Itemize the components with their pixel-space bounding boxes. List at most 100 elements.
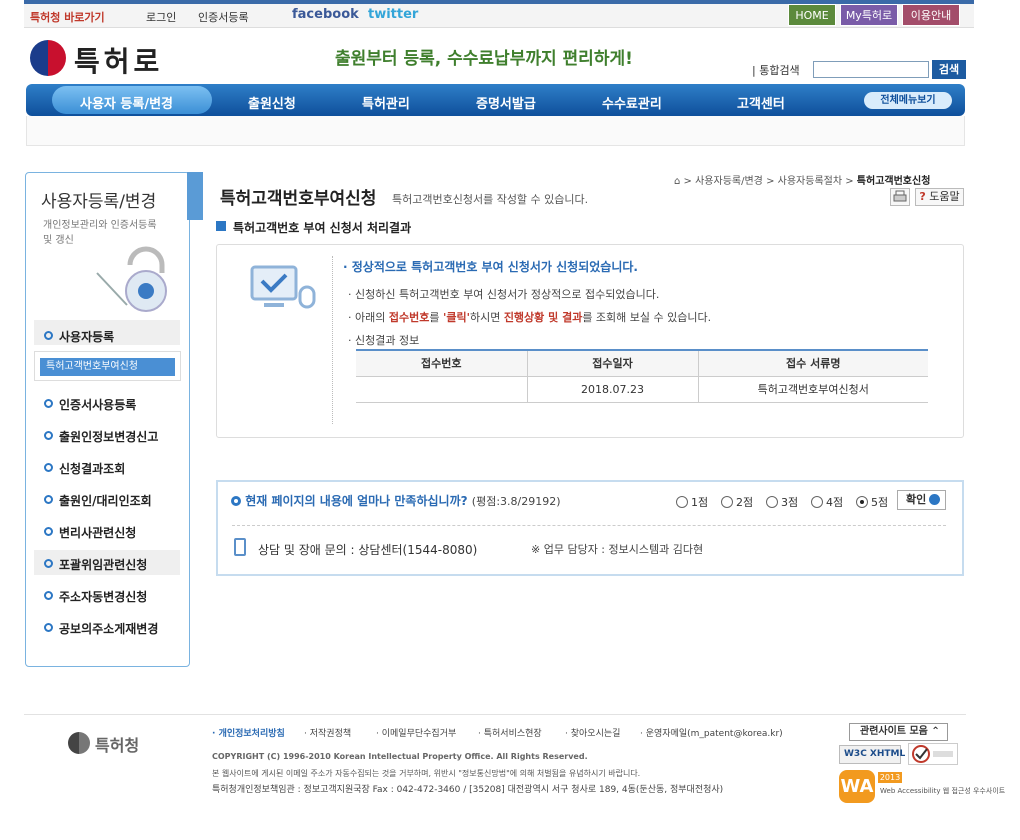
cert-register-link[interactable]: 인증서등록	[198, 9, 249, 25]
table-header: 접수일자	[526, 349, 698, 377]
wa-badge: WA	[839, 770, 875, 803]
footer-link-copyright[interactable]: · 저작권정책	[304, 726, 351, 739]
nav-item-patent-manage[interactable]: 특허관리	[362, 93, 410, 112]
breadcrumb-item[interactable]: 사용자등록절차	[778, 176, 842, 187]
w3c-badge: W3C XHTML 1.0	[839, 745, 924, 764]
accessibility-mark-icon	[908, 743, 958, 765]
wa-text: Web Accessibility 웹 접근성 우수사이트	[880, 787, 1006, 795]
guide-button[interactable]: 이용안내	[902, 4, 960, 26]
result-table: 접수번호 접수일자 접수 서류명 2018.07.23 특허고객번호부여신청서	[356, 349, 928, 403]
radio-icon	[721, 496, 733, 508]
result-line-3: · 신청결과 정보	[348, 334, 420, 347]
all-menu-button[interactable]: 전체메뉴보기	[864, 92, 952, 109]
sidebar-item-result-lookup[interactable]: 신청결과조회	[44, 460, 125, 477]
footer-address: 특허청개인정보책임관 : 정보고객지원국장 Fax : 042-472-3460…	[212, 785, 724, 795]
footer-link-email[interactable]: · 이메일무단수집거부	[376, 726, 456, 739]
table-header: 접수 서류명	[697, 349, 928, 377]
help-label: 도움말	[929, 190, 960, 203]
rating-option-5[interactable]: 5점	[856, 494, 888, 510]
document-name-cell: 특허고객번호부여신청서	[697, 376, 928, 403]
nav-item-fee[interactable]: 수수료관리	[602, 93, 662, 112]
footer-logo: 특허청	[95, 736, 140, 755]
table-header: 접수번호	[356, 349, 527, 377]
footer-link-charter[interactable]: · 특허서비스현장	[478, 726, 542, 739]
kipo-link[interactable]: 특허청 바로가기	[30, 9, 105, 25]
breadcrumb-item[interactable]: 사용자등록/변경	[695, 176, 763, 187]
twitter-link[interactable]: twitter	[368, 7, 418, 22]
nav-item-application[interactable]: 출원신청	[248, 93, 296, 112]
chevron-up-icon: ⌃	[931, 726, 940, 737]
divider	[232, 525, 946, 526]
sidebar-item-attorney[interactable]: 변리사관련신청	[44, 524, 136, 541]
my-button[interactable]: My특허로	[840, 4, 898, 26]
top-bar: 특허청 바로가기 로그인 인증서등록 facebook twitter HOME…	[24, 4, 974, 28]
result-message-head: · 정상적으로 특허고객번호 부여 신청서가 신청되었습니다.	[343, 260, 638, 274]
monitor-check-icon	[250, 265, 316, 309]
footer-link-directions[interactable]: · 찾아오시는길	[565, 726, 620, 739]
sidebar-item-address-auto[interactable]: 주소자동변경신청	[44, 588, 147, 605]
breadcrumb-current: 특허고객번호신청	[856, 176, 931, 187]
table-row: 2018.07.23 특허고객번호부여신청서	[356, 376, 928, 403]
receipt-date-cell: 2018.07.23	[526, 376, 698, 403]
contact-info: 상담 및 장애 문의 : 상담센터(1544-8080)	[258, 543, 478, 557]
wa-year: 2013	[878, 772, 902, 783]
result-line-2: · 아래의 접수번호를 '클릭'하시면 진행상황 및 결과를 조회해 보실 수 …	[348, 311, 712, 324]
confirm-button[interactable]: 확인	[897, 490, 946, 510]
radio-icon	[766, 496, 778, 508]
search-input[interactable]	[813, 61, 929, 78]
login-link[interactable]: 로그인	[146, 9, 176, 25]
rating-option-3[interactable]: 3점	[766, 494, 798, 510]
section-title: 특허고객번호 부여 신청서 처리결과	[233, 221, 412, 235]
home-icon[interactable]: ⌂	[674, 176, 680, 187]
email-notice: 본 웹사이트에 게시된 이메일 주소가 자동수집되는 것을 거부하며, 위반시 …	[212, 769, 641, 778]
logo-mark-icon[interactable]	[30, 40, 66, 76]
footer-divider	[24, 714, 966, 715]
sidebar-subitem-active[interactable]: 특허고객번호부여신청	[40, 358, 175, 376]
radio-icon	[676, 496, 688, 508]
phone-icon	[234, 538, 246, 556]
page-description: 특허고객번호신청서를 작성할 수 있습니다.	[392, 193, 589, 206]
facebook-link[interactable]: facebook	[292, 7, 359, 22]
radio-icon	[811, 496, 823, 508]
question-icon: ?	[919, 190, 926, 203]
survey-question: 현재 페이지의 내용에 얼마나 만족하십니까? (평점:3.8/29192)	[231, 492, 561, 509]
radio-selected-icon	[856, 496, 868, 508]
sidebar-item-power-of-attorney[interactable]: 포괄위임관련신청	[44, 556, 147, 573]
print-icon	[893, 190, 907, 202]
sidebar-item-applicant-change[interactable]: 출원인정보변경신고	[44, 428, 158, 445]
help-button[interactable]: ? 도움말	[915, 188, 964, 206]
result-line-1: · 신청하신 특허고객번호 부여 신청서가 정상적으로 접수되었습니다.	[348, 288, 660, 301]
page-title: 특허고객번호부여신청	[220, 189, 377, 209]
rating-option-1[interactable]: 1점	[676, 494, 708, 510]
sidebar-item-applicant-lookup[interactable]: 출원인/대리인조회	[44, 492, 152, 509]
sub-nav-bar	[26, 116, 965, 146]
sidebar-item-gazette-address[interactable]: 공보의주소게재변경	[44, 620, 158, 637]
nav-item-user-register[interactable]: 사용자 등록/변경	[80, 93, 173, 112]
receipt-number-cell[interactable]	[356, 376, 527, 403]
site-logo[interactable]: 특허로	[74, 40, 163, 80]
bullet-icon	[231, 496, 241, 506]
print-button[interactable]	[890, 188, 910, 206]
footer-link-operator-mail[interactable]: · 운영자메일(m_patent@korea.kr)	[640, 726, 783, 739]
search-label: | 통합검색	[752, 64, 800, 77]
sidebar-collapse-tab[interactable]	[187, 172, 203, 220]
rating-option-4[interactable]: 4점	[811, 494, 843, 510]
manager-info: ※ 업무 담당자 : 정보시스템과 김다현	[531, 543, 704, 556]
section-bullet-icon	[216, 221, 226, 231]
sidebar-item-cert-use[interactable]: 인증서사용등록	[44, 396, 136, 413]
related-sites-select[interactable]: 관련사이트 모음 ⌃	[849, 723, 948, 741]
slogan: 출원부터 등록, 수수료납부까지 편리하게!	[335, 49, 633, 69]
copyright: COPYRIGHT (C) 1996-2010 Korean Intellect…	[212, 752, 588, 761]
footer-link-privacy[interactable]: · 개인정보처리방침	[212, 726, 285, 739]
survey-score: (평점:3.8/29192)	[471, 495, 561, 508]
sidebar-item-user-register[interactable]: 사용자등록	[44, 328, 114, 345]
nav-item-certificate[interactable]: 증명서발급	[476, 93, 536, 112]
home-button[interactable]: HOME	[788, 4, 836, 26]
rating-option-2[interactable]: 2점	[721, 494, 753, 510]
sidebar-title: 사용자등록/변경	[41, 192, 157, 212]
arrow-icon	[929, 494, 941, 505]
breadcrumb: ⌂ > 사용자등록/변경 > 사용자등록절차 > 특허고객번호신청	[674, 176, 931, 187]
nav-item-customer-center[interactable]: 고객센터	[737, 93, 785, 112]
search-button[interactable]: 검색	[932, 60, 966, 79]
divider	[332, 256, 333, 424]
